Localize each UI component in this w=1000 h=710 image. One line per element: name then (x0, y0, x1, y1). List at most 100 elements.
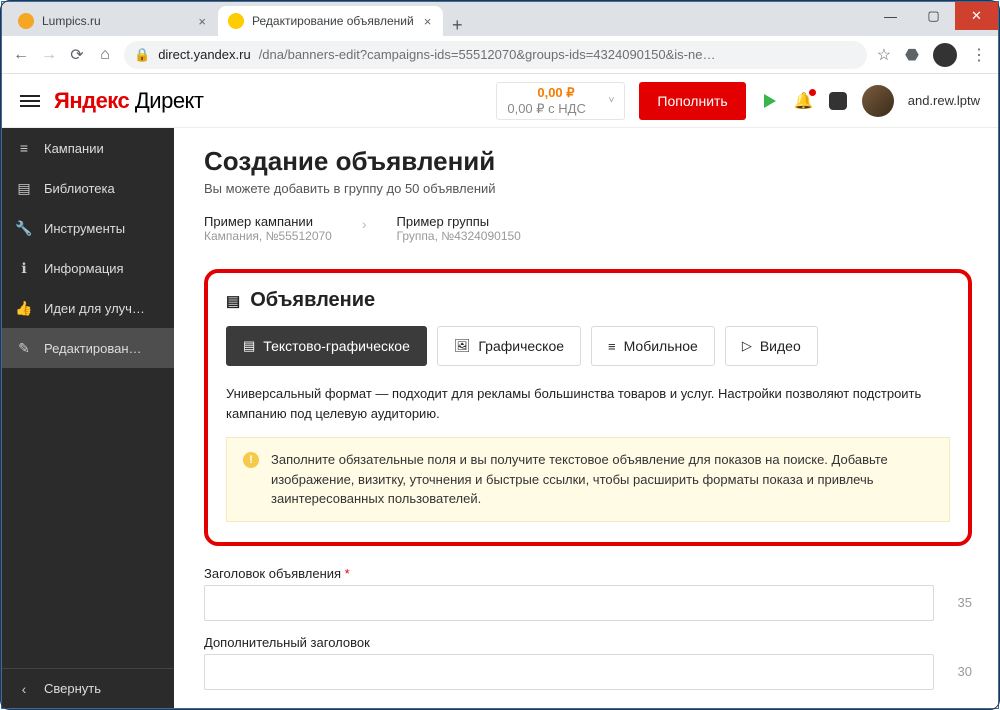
tab-lumpics[interactable]: Lumpics.ru × (8, 6, 218, 36)
logo-yandex: Яндекс (54, 88, 129, 113)
nav-home-button[interactable]: ⌂ (96, 46, 114, 64)
messages-icon[interactable] (828, 92, 848, 110)
ad-type-section-highlight: ▤ Объявление ▤ Текстово-графическое 🖼 Гр… (204, 269, 972, 546)
ad-type-label: Мобильное (624, 338, 698, 354)
tab-direct-edit[interactable]: Редактирование объявлений × (218, 6, 443, 36)
user-avatar[interactable] (862, 85, 894, 117)
mobile-icon: ≡ (608, 339, 616, 354)
ad-type-label: Графическое (478, 338, 564, 354)
info-banner: ! Заполните обязательные поля и вы получ… (226, 437, 950, 522)
info-icon: ℹ (16, 260, 32, 276)
wrench-icon: 🔧 (16, 220, 32, 236)
tab-strip: Lumpics.ru × Редактирование объявлений ×… (2, 2, 998, 36)
sidebar-item-library[interactable]: ▤ Библиотека (2, 168, 174, 208)
breadcrumb-name: Пример группы (397, 214, 521, 229)
extension-icon[interactable]: ⬣ (905, 45, 919, 65)
username-label[interactable]: and.rew.lptw (908, 93, 980, 108)
menu-toggle-button[interactable] (20, 95, 40, 107)
page-title: Создание объявлений (204, 146, 972, 177)
balance-sub: 0,00 ₽ с НДС (507, 101, 600, 117)
url-path: /dna/banners-edit?campaigns-ids=55512070… (259, 47, 716, 62)
field-label-text: Заголовок объявления (204, 566, 341, 581)
breadcrumb-name: Пример кампании (204, 214, 332, 229)
warning-icon: ! (243, 452, 259, 468)
text-graphic-icon: ▤ (243, 338, 255, 354)
sidebar-item-label: Инструменты (44, 221, 125, 236)
balance-widget[interactable]: 0,00 ₽ 0,00 ₽ с НДС ˅ (496, 82, 625, 120)
ad-type-video[interactable]: ▷ Видео (725, 326, 818, 366)
char-counter: 35 (942, 595, 972, 610)
library-icon: ▤ (16, 180, 32, 196)
address-bar-row: ← → ⟳ ⌂ 🔒 direct.yandex.ru/dna/banners-e… (2, 36, 998, 74)
breadcrumb-campaign[interactable]: Пример кампании Кампания, №55512070 (204, 214, 332, 243)
thumbs-up-icon: 👍 (16, 300, 32, 316)
address-bar[interactable]: 🔒 direct.yandex.ru/dna/banners-edit?camp… (124, 41, 867, 69)
image-icon: 🖼 (454, 338, 471, 354)
ad-section-icon: ▤ (226, 292, 240, 310)
app-logo[interactable]: Яндекс Директ (54, 88, 204, 114)
breadcrumb-meta: Группа, №4324090150 (397, 229, 521, 243)
sidebar-item-campaigns[interactable]: ≡ Кампании (2, 128, 174, 168)
sidebar-collapse-button[interactable]: ‹ Свернуть (2, 668, 174, 708)
nav-forward-button[interactable]: → (40, 46, 58, 64)
profile-avatar-icon[interactable] (933, 43, 957, 67)
ad-type-mobile[interactable]: ≡ Мобильное (591, 326, 715, 366)
sidebar-item-editing[interactable]: ✎ Редактирован… (2, 328, 174, 368)
field-label-subheadline: Дополнительный заголовок (204, 635, 972, 650)
page-subtitle: Вы можете добавить в группу до 50 объявл… (204, 181, 972, 196)
sidebar-item-ideas[interactable]: 👍 Идеи для улуч… (2, 288, 174, 328)
sidebar-item-label: Библиотека (44, 181, 115, 196)
topup-button[interactable]: Пополнить (639, 82, 745, 120)
ad-type-text-graphic[interactable]: ▤ Текстово-графическое (226, 326, 427, 366)
section-title: ▤ Объявление (226, 289, 950, 312)
sidebar-item-label: Редактирован… (44, 341, 142, 356)
sidebar-item-info[interactable]: ℹ Информация (2, 248, 174, 288)
app-header: Яндекс Директ 0,00 ₽ 0,00 ₽ с НДС ˅ Попо… (2, 74, 998, 128)
window-maximize-button[interactable]: ▢ (912, 2, 955, 30)
lock-icon: 🔒 (134, 47, 150, 63)
url-host: direct.yandex.ru (158, 47, 251, 62)
balance-amount: 0,00 ₽ (507, 74, 600, 101)
field-label-headline: Заголовок объявления * (204, 566, 972, 581)
tab-title: Lumpics.ru (42, 14, 101, 28)
bookmark-star-icon[interactable]: ☆ (877, 45, 891, 65)
tab-close-icon[interactable]: × (196, 14, 208, 29)
breadcrumb: Пример кампании Кампания, №55512070 › Пр… (204, 214, 972, 243)
ad-type-buttons: ▤ Текстово-графическое 🖼 Графическое ≡ М… (226, 326, 950, 366)
sidebar-item-label: Кампании (44, 141, 104, 156)
new-tab-button[interactable]: + (443, 15, 471, 36)
tab-close-icon[interactable]: × (422, 14, 434, 29)
info-banner-text: Заполните обязательные поля и вы получит… (271, 450, 933, 509)
breadcrumb-meta: Кампания, №55512070 (204, 229, 332, 243)
logo-direct: Директ (135, 88, 204, 113)
window-minimize-button[interactable]: — (869, 2, 912, 30)
main-content: Создание объявлений Вы можете добавить в… (174, 128, 998, 708)
left-sidebar: ≡ Кампании ▤ Библиотека 🔧 Инструменты ℹ … (2, 128, 174, 708)
subheadline-input[interactable] (204, 654, 934, 690)
video-icon: ▷ (742, 338, 752, 354)
required-marker: * (345, 566, 350, 581)
char-counter: 30 (942, 664, 972, 679)
play-icon[interactable] (760, 94, 780, 108)
ad-type-label: Текстово-графическое (263, 338, 410, 354)
ad-type-description: Универсальный формат — подходит для рекл… (226, 384, 950, 423)
nav-reload-button[interactable]: ⟳ (68, 46, 86, 64)
favicon-icon (18, 13, 34, 29)
sidebar-item-label: Идеи для улуч… (44, 301, 145, 316)
chevron-down-icon: ˅ (609, 95, 615, 107)
list-icon: ≡ (16, 140, 32, 156)
nav-back-button[interactable]: ← (12, 46, 30, 64)
chevron-left-icon: ‹ (16, 681, 32, 697)
section-title-text: Объявление (250, 289, 375, 312)
headline-input[interactable] (204, 585, 934, 621)
favicon-icon (228, 13, 244, 29)
breadcrumb-group[interactable]: Пример группы Группа, №4324090150 (397, 214, 521, 243)
tab-title: Редактирование объявлений (252, 14, 414, 28)
browser-menu-button[interactable]: ⋮ (971, 45, 988, 65)
breadcrumb-separator-icon: › (362, 214, 367, 232)
sidebar-collapse-label: Свернуть (44, 681, 101, 696)
ad-type-graphic[interactable]: 🖼 Графическое (437, 326, 581, 366)
sidebar-item-tools[interactable]: 🔧 Инструменты (2, 208, 174, 248)
notifications-icon[interactable]: 🔔 (794, 91, 814, 111)
window-close-button[interactable]: ✕ (955, 2, 998, 30)
